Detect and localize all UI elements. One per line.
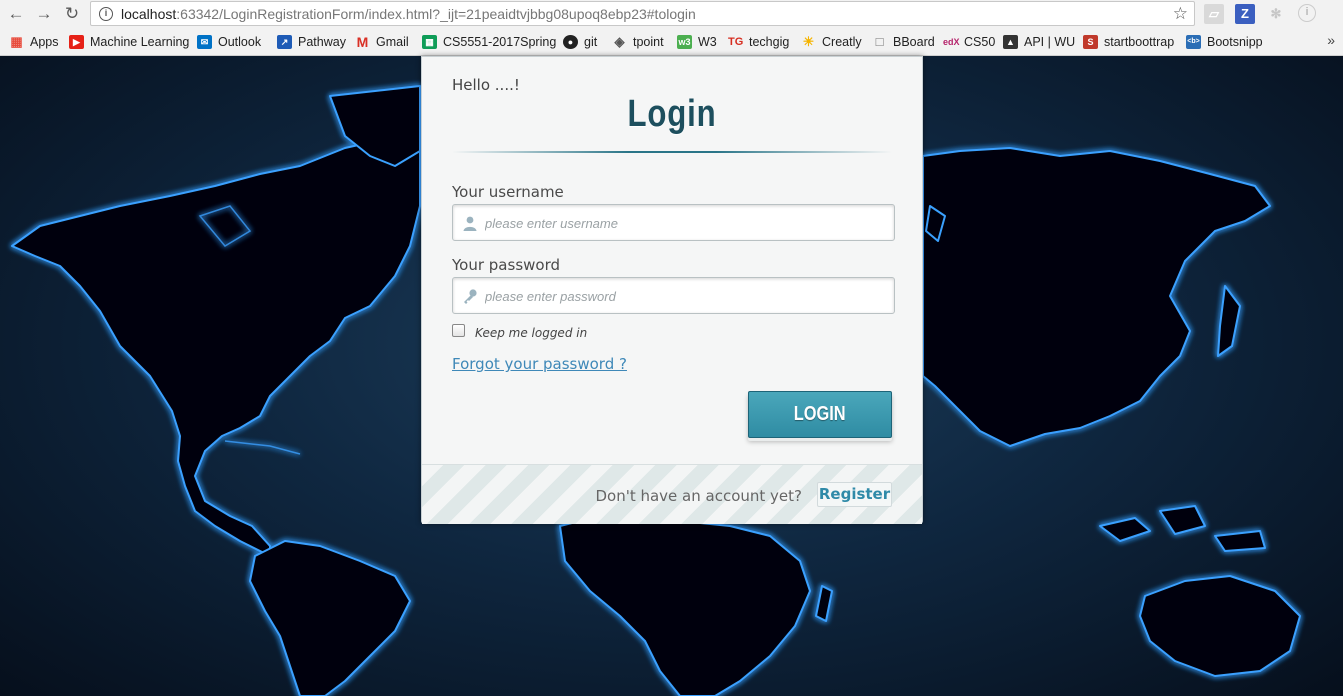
edx-icon: edX [943, 37, 960, 47]
youtube-icon: ▶ [69, 35, 84, 49]
password-label: Your password [452, 256, 561, 274]
sheets-icon: ▦ [422, 35, 437, 49]
keep-logged-in-checkbox[interactable] [452, 324, 465, 337]
zotero-extension-icon[interactable]: Z [1235, 4, 1255, 24]
island-shape [1214, 530, 1266, 552]
north-america-shape [11, 137, 421, 557]
madagascar-shape [815, 585, 833, 622]
bookmark-apps[interactable]: ▦ Apps [9, 32, 59, 52]
key-icon [464, 289, 477, 304]
bookmark-bboard[interactable]: □ BBoard [872, 32, 935, 52]
apps-grid-icon: ▦ [10, 34, 23, 49]
gmail-icon: M [356, 34, 369, 50]
no-account-text: Don't have an account yet? [595, 487, 802, 505]
caribbean-shape [224, 440, 301, 455]
url-text[interactable]: localhost:63342/LoginRegistrationForm/in… [121, 6, 696, 22]
chevron-more-icon[interactable]: » [1327, 32, 1335, 48]
bookmark-label: BBoard [893, 35, 935, 49]
url-path: :63342/LoginRegistrationForm/index.html?… [176, 6, 696, 22]
forgot-password-link[interactable]: Forgot your password ? [452, 355, 627, 373]
w3-icon: w3 [677, 35, 692, 49]
bookmark-label: Apps [30, 35, 59, 49]
page-title: Login [627, 93, 717, 135]
title-divider [452, 151, 892, 153]
bookmark-api-wu[interactable]: ▲ API | WU [1003, 32, 1075, 52]
register-footer: Don't have an account yet? Register [422, 464, 922, 524]
bookmark-outlook[interactable]: ✉ Outlook [197, 32, 261, 52]
bookmark-label: Machine Learning [90, 35, 190, 49]
info-icon[interactable]: i [99, 7, 113, 21]
pdf-extension-icon[interactable]: ▱ [1204, 4, 1224, 24]
bookmark-machine-learning[interactable]: ▶ Machine Learning [69, 32, 189, 52]
bookmark-label: CS50 [964, 35, 996, 49]
bookmark-w3[interactable]: w3 W3 [677, 32, 717, 52]
bookmark-label: CS5551-2017Spring [443, 35, 557, 49]
back-arrow-icon[interactable]: ← [4, 2, 28, 26]
url-host: localhost [121, 6, 177, 22]
bookmark-label: Creatly [822, 35, 862, 49]
password-input[interactable] [485, 286, 885, 306]
bookmark-cs5551[interactable]: ▦ CS5551-2017Spring [422, 32, 556, 52]
address-bar[interactable]: i localhost:63342/LoginRegistrationForm/… [90, 1, 1195, 26]
password-field[interactable] [452, 277, 895, 314]
bookmarks-bar: ▦ Apps ▶ Machine Learning ✉ Outlook ↗ Pathwa… [0, 29, 1343, 54]
bookmark-star-icon[interactable]: ☆ [1173, 4, 1188, 24]
outlook-icon: ✉ [197, 35, 212, 49]
reload-icon[interactable]: ↻ [60, 2, 84, 26]
puzzle-extension-icon[interactable]: ✻ [1266, 4, 1286, 24]
register-button[interactable]: Register [817, 482, 892, 507]
japan-shape [1217, 285, 1241, 357]
username-input[interactable] [485, 213, 885, 233]
login-button-label: LOGIN [794, 403, 846, 425]
startbootstrap-icon: S [1083, 35, 1098, 49]
bookmark-git[interactable]: ● git [563, 32, 597, 52]
page-icon: □ [875, 34, 884, 49]
bookmark-label: git [584, 35, 598, 49]
island-shape [1099, 517, 1151, 542]
south-america-shape [249, 540, 411, 696]
bookmark-label: startboottrap [1104, 35, 1175, 49]
greeting-text: Hello ....! [452, 76, 520, 94]
africa-shape [559, 510, 811, 696]
wu-icon: ▲ [1003, 35, 1018, 49]
user-icon [463, 216, 477, 231]
username-label: Your username [452, 183, 564, 201]
bookmark-bootsnipp[interactable]: <b> Bootsnipp [1186, 32, 1263, 52]
keep-logged-in-label[interactable]: Keep me logged in [475, 326, 587, 340]
bookmark-label: W3 [698, 35, 717, 49]
island-shape [1159, 505, 1206, 535]
pathway-icon: ↗ [277, 35, 292, 49]
login-button[interactable]: LOGIN [748, 391, 892, 438]
bootsnipp-icon: <b> [1186, 35, 1201, 49]
login-card: Hello ....! Login Your username Your pas… [421, 56, 923, 524]
browser-chrome: ← → ↻ i localhost:63342/LoginRegistratio… [0, 0, 1343, 56]
bookmark-cs50[interactable]: edX CS50 [943, 32, 995, 52]
bookmark-techgig[interactable]: TG techgig [728, 32, 789, 52]
bookmark-startboottrap[interactable]: Sstartboottrap [1083, 32, 1174, 52]
bookmark-label: Gmail [376, 35, 409, 49]
bookmark-label: Outlook [218, 35, 262, 49]
bulb-icon: ☀ [802, 34, 815, 49]
australia-shape [1139, 575, 1301, 677]
bookmark-label: tpoint [633, 35, 664, 49]
bookmark-label: API | WU [1024, 35, 1076, 49]
bookmark-label: techgig [749, 35, 790, 49]
address-row: ← → ↻ i localhost:63342/LoginRegistratio… [0, 0, 1343, 28]
username-field[interactable] [452, 204, 895, 241]
bookmark-tpoint[interactable]: ◈ tpoint [612, 32, 664, 52]
bookmark-gmail[interactable]: M Gmail [355, 32, 409, 52]
bookmark-label: Pathway [298, 35, 346, 49]
circle-extension-icon[interactable]: i [1298, 4, 1316, 22]
techgig-icon: TG [728, 36, 744, 48]
forward-arrow-icon[interactable]: → [32, 2, 56, 26]
bookmark-pathway[interactable]: ↗ Pathway [277, 32, 346, 52]
tpoint-icon: ◈ [614, 34, 625, 49]
bookmark-creatly[interactable]: ☀ Creatly [801, 32, 862, 52]
eurasia-shape [922, 147, 1271, 447]
bookmark-label: Bootsnipp [1207, 35, 1263, 49]
github-icon: ● [563, 35, 578, 49]
